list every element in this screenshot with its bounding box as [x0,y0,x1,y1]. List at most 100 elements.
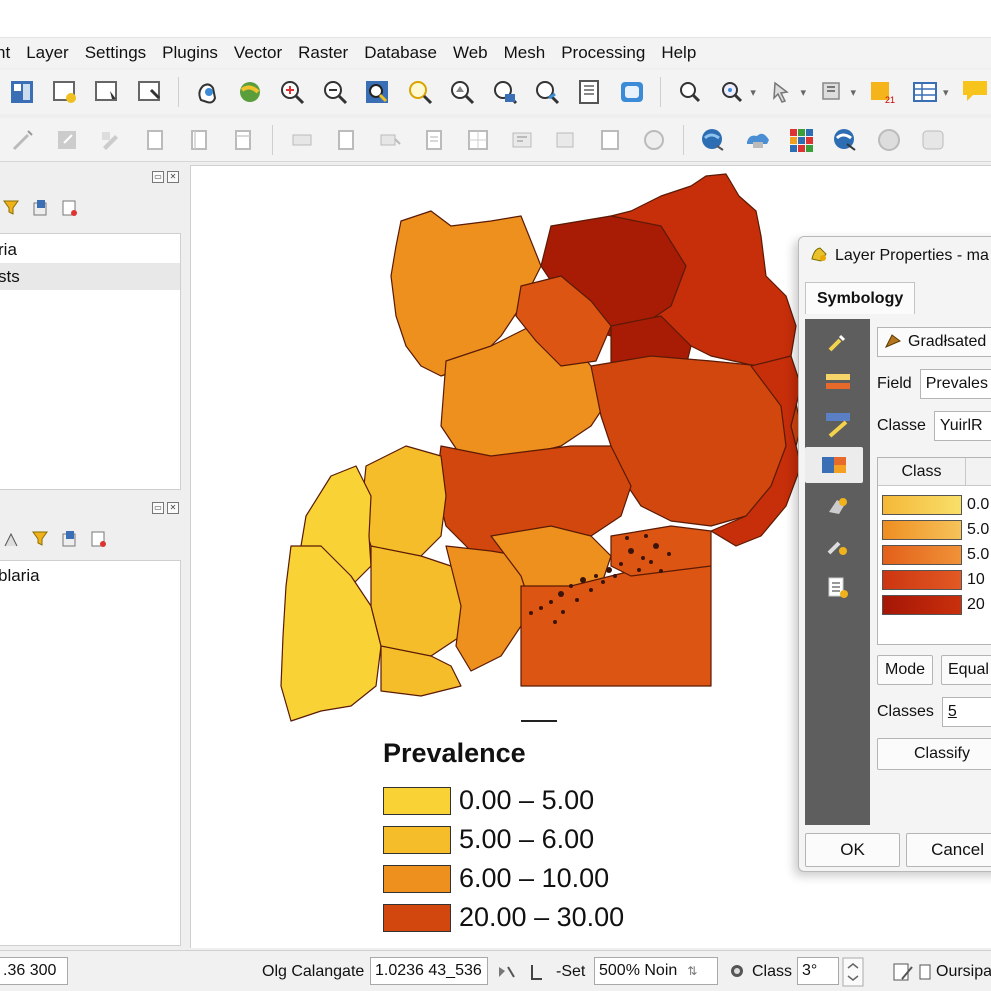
class-row[interactable]: 0.0 [878,492,991,517]
browser-item[interactable]: ria [0,236,180,263]
collapse-icon[interactable] [31,198,51,223]
magnifier-icon[interactable] [728,951,746,991]
zoom-last-icon[interactable] [531,75,564,109]
locator-input[interactable]: .36 300 [0,957,68,985]
diagrams-icon[interactable] [813,529,863,565]
menu-database[interactable]: Database [357,43,446,63]
attribute-table-icon[interactable] [909,75,942,109]
new-bookmark-icon[interactable] [616,75,649,109]
class-row[interactable]: 5.0 [878,542,991,567]
chevron-down-icon[interactable]: ▾ [943,86,949,99]
print-icon[interactable] [134,75,167,109]
ok-button[interactable]: OK [805,833,901,867]
filter-icon[interactable] [2,198,22,223]
fields-icon[interactable] [813,406,863,442]
float-panel-icon[interactable]: ▭ [152,171,164,183]
zoom-next-icon[interactable] [573,75,606,109]
rotation-input[interactable]: 3° [797,957,839,985]
plugin-network-icon[interactable] [828,123,862,157]
zoom-layer-icon[interactable] [446,75,479,109]
add-feature-icon[interactable] [138,123,172,157]
styling-icon[interactable] [2,529,22,554]
redo-icon[interactable] [461,123,495,157]
label-pin-icon[interactable] [549,123,583,157]
tab-symbology[interactable]: Symbology [805,282,916,314]
rotation-stepper-icon[interactable] [842,951,864,991]
chevron-down-icon[interactable]: ▾ [750,86,756,99]
select-features-icon[interactable] [766,75,799,109]
menu-plugins[interactable]: Plugins [155,43,227,63]
copy-icon[interactable] [329,123,363,157]
class-row[interactable]: 5.0 [878,517,991,542]
label-move-icon[interactable] [593,123,627,157]
edit-icon[interactable] [50,123,84,157]
label-rotate-icon[interactable] [637,123,671,157]
pan-to-selection-icon[interactable] [233,75,266,109]
zoom-full-icon[interactable] [361,75,394,109]
class-row[interactable]: 20 [878,592,991,617]
browser-item[interactable]: sts [0,263,180,290]
zoom-native-icon[interactable] [488,75,521,109]
menu-vector[interactable]: Vector [227,43,291,63]
plugin-globe-icon[interactable] [696,123,730,157]
plugin-grid-icon[interactable] [784,123,818,157]
layout-manager-icon[interactable] [91,75,124,109]
pan-icon[interactable] [191,75,224,109]
class-swatch[interactable] [882,594,962,615]
refresh-icon[interactable] [673,75,706,109]
menu-help[interactable]: Help [654,43,705,63]
metadata-icon[interactable] [813,570,863,606]
zoom-selection-icon[interactable] [403,75,436,109]
chevron-down-icon[interactable]: ▾ [800,86,806,99]
layout-icon[interactable] [6,75,39,109]
class-row[interactable]: 10 [878,567,991,592]
plugin-misc-icon[interactable] [916,123,950,157]
menu-web[interactable]: Web [446,43,497,63]
cut-icon[interactable] [285,123,319,157]
lock-scale-icon[interactable] [528,951,546,991]
deselect-icon[interactable]: 21 [866,75,899,109]
render-toggle-icon[interactable] [892,951,914,991]
layer-add-icon[interactable] [60,198,80,223]
save-edits-icon[interactable] [94,123,128,157]
label-icon[interactable] [505,123,539,157]
undo-icon[interactable] [417,123,451,157]
float-panel-icon[interactable]: ▭ [152,502,164,514]
plugin-cloud-icon[interactable] [740,123,774,157]
classify-button[interactable]: Classify [877,738,991,770]
class-swatch[interactable] [882,544,962,565]
field-select[interactable]: Prevales [919,369,991,399]
digitize-icon[interactable] [6,123,40,157]
annotation-icon[interactable] [959,75,991,109]
zoom-out-icon[interactable] [318,75,351,109]
crs-icon[interactable] [918,951,934,991]
spin-arrows-icon[interactable]: ⇅ [687,964,697,978]
class-swatch[interactable] [882,569,962,590]
vertex-tool-icon[interactable] [182,123,216,157]
menu-layer[interactable]: Layer [19,43,78,63]
new-layout-icon[interactable] [49,75,82,109]
close-icon[interactable]: ✕ [167,502,179,514]
labels-icon[interactable] [813,488,863,524]
color-ramp-select[interactable]: YuirlR [933,411,991,441]
layer-item[interactable]: blaria [0,562,180,589]
expand-icon[interactable] [60,529,80,554]
delete-icon[interactable] [226,123,260,157]
filter-icon[interactable] [31,529,51,554]
source-icon[interactable] [813,365,863,401]
coordinate-input[interactable]: 1.0236 43_536 [370,957,488,985]
information-icon[interactable] [813,324,863,360]
remove-layer-icon[interactable] [89,529,109,554]
scale-input[interactable]: 500% Noin ⇅ [594,957,718,985]
mode-label-button[interactable]: Mode [877,655,933,685]
menu-project[interactable]: nt [0,43,19,63]
close-icon[interactable]: ✕ [167,171,179,183]
plugin-python-icon[interactable] [872,123,906,157]
zoom-in-icon[interactable] [276,75,309,109]
paste-icon[interactable] [373,123,407,157]
mode-select[interactable]: Equal [941,655,991,685]
class-swatch[interactable] [882,519,962,540]
extent-toggle-icon[interactable] [496,951,516,991]
identify-icon[interactable] [716,75,749,109]
cancel-button[interactable]: Cancel [906,833,991,867]
